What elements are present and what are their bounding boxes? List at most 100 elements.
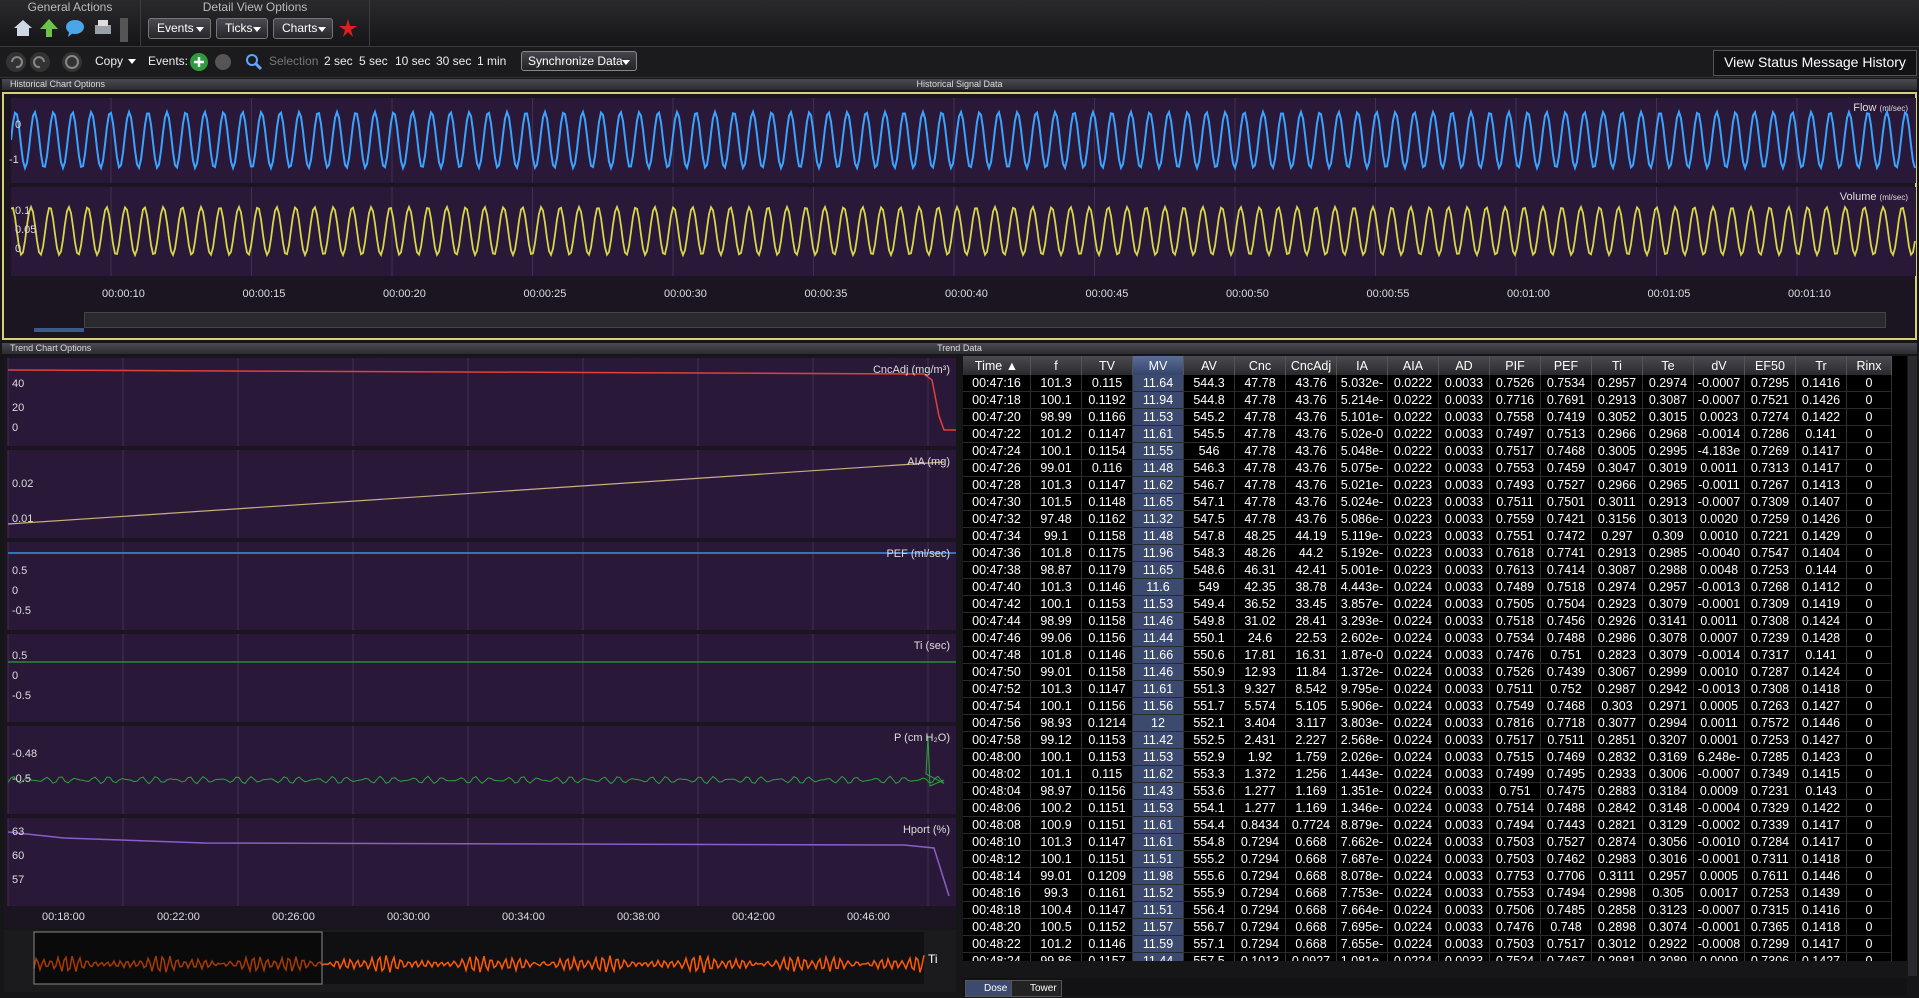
column-header[interactable]: PIF xyxy=(1489,356,1541,375)
table-cell: 0.3015 xyxy=(1642,408,1694,426)
printer-icon[interactable] xyxy=(92,17,114,39)
table-cell: 0.1147 xyxy=(1081,901,1133,919)
time-10sec[interactable]: 10 sec xyxy=(395,54,430,68)
table-row[interactable]: 00:47:42 100.1 0.1153 11.53 549.4 36.52 33.45 3… xyxy=(963,595,1892,613)
column-header[interactable]: AV xyxy=(1183,356,1235,375)
copy-chevron-icon[interactable] xyxy=(128,59,136,64)
table-row[interactable]: 00:47:56 98.93 0.1214 12 552.1 3.404 3.117 3.80… xyxy=(963,714,1892,732)
grid-vertical-scrollbar[interactable] xyxy=(1908,356,1917,976)
table-cell: 5.048e- xyxy=(1336,442,1388,460)
table-cell: 0.0010 xyxy=(1693,527,1745,545)
view-status-message-history-button[interactable]: View Status Message History xyxy=(1713,50,1917,76)
table-row[interactable]: 00:47:26 99.01 0.116 11.48 546.3 47.78 43.76 5.… xyxy=(963,459,1892,477)
table-row[interactable]: 00:48:02 101.1 0.115 11.62 553.3 1.372 1.256 1.… xyxy=(963,765,1892,783)
add-event-icon[interactable] xyxy=(189,52,209,72)
table-row[interactable]: 00:47:22 101.2 0.1147 11.61 545.5 47.78 43.76 5… xyxy=(963,425,1892,443)
zoom-icon[interactable] xyxy=(244,52,264,72)
table-cell: 11.42 xyxy=(1132,731,1184,749)
table-row[interactable]: 00:48:18 100.4 0.1147 11.51 556.4 0.7294 0.668… xyxy=(963,901,1892,919)
time-5sec[interactable]: 5 sec xyxy=(359,54,388,68)
table-row[interactable]: 00:47:34 99.1 0.1158 11.48 547.8 48.25 44.19 5.… xyxy=(963,527,1892,545)
table-row[interactable]: 00:48:22 101.2 0.1146 11.59 557.1 0.7294 0.668… xyxy=(963,935,1892,953)
charts-dropdown[interactable]: Charts xyxy=(273,18,333,39)
table-row[interactable]: 00:48:20 100.5 0.1152 11.57 556.7 0.7294 0.668… xyxy=(963,918,1892,936)
table-row[interactable]: 00:48:04 98.97 0.1156 11.43 553.6 1.277 1.169 1… xyxy=(963,782,1892,800)
time-30sec[interactable]: 30 sec xyxy=(436,54,471,68)
time-1min[interactable]: 1 min xyxy=(477,54,506,68)
table-row[interactable]: 00:47:40 101.3 0.1146 11.6 549 42.35 38.78 4.44… xyxy=(963,578,1892,596)
table-cell: 0.144 xyxy=(1795,561,1847,579)
column-header[interactable]: MV xyxy=(1132,356,1184,375)
volume-tick-0: 0.1 xyxy=(15,205,31,217)
table-cell: 0.0223 xyxy=(1387,561,1439,579)
table-row[interactable]: 00:48:06 100.2 0.1151 11.53 554.1 1.277 1.169 1… xyxy=(963,799,1892,817)
table-row[interactable]: 00:47:18 100.1 0.1192 11.94 544.8 47.78 43.76 5… xyxy=(963,391,1892,409)
table-row[interactable]: 00:47:54 100.1 0.1156 11.56 551.7 5.574 5.105 5… xyxy=(963,697,1892,715)
table-cell: 2.568e- xyxy=(1336,731,1388,749)
table-row[interactable]: 00:47:28 101.3 0.1147 11.62 546.7 47.78 43.76 5… xyxy=(963,476,1892,494)
table-row[interactable]: 00:47:24 100.1 0.1154 11.55 546 47.78 43.76 5.0… xyxy=(963,442,1892,460)
column-header[interactable]: TV xyxy=(1081,356,1133,375)
table-row[interactable]: 00:47:50 99.01 0.1158 11.46 550.9 12.93 11.84 1… xyxy=(963,663,1892,681)
chat-bubble-icon[interactable] xyxy=(64,17,86,39)
navigator-plot[interactable] xyxy=(4,930,956,992)
table-row[interactable]: 00:47:52 101.3 0.1147 11.61 551.3 9.327 8.542 9… xyxy=(963,680,1892,698)
table-row[interactable]: 00:48:16 99.3 0.1161 11.52 555.9 0.7294 0.668 7… xyxy=(963,884,1892,902)
table-row[interactable]: 00:47:16 101.3 0.115 11.64 544.3 47.78 43.76 5.… xyxy=(963,375,1892,392)
column-header[interactable]: EF50 xyxy=(1744,356,1796,375)
column-header[interactable]: IA xyxy=(1336,356,1388,375)
column-header[interactable]: Ti xyxy=(1591,356,1643,375)
table-cell: 00:47:52 xyxy=(963,680,1031,698)
record-event-icon[interactable] xyxy=(213,52,233,72)
undo-icon[interactable] xyxy=(6,52,26,72)
column-header[interactable]: PEF xyxy=(1540,356,1592,375)
column-header[interactable]: AIA xyxy=(1387,356,1439,375)
clock-icon[interactable] xyxy=(62,52,82,72)
table-row[interactable]: 00:47:36 101.8 0.1175 11.96 548.3 48.26 44.2 5.… xyxy=(963,544,1892,562)
copy-dropdown[interactable]: Copy xyxy=(95,54,123,68)
table-row[interactable]: 00:48:08 100.9 0.1151 11.61 554.4 0.8434 0.772… xyxy=(963,816,1892,834)
flow-tick-1: -1 xyxy=(9,154,19,166)
ribbon-scroll-handle[interactable] xyxy=(120,18,128,42)
column-header[interactable]: Tr xyxy=(1795,356,1847,375)
table-row[interactable]: 00:47:48 101.8 0.1146 11.66 550.6 17.81 16.31 1… xyxy=(963,646,1892,664)
table-row[interactable]: 00:47:38 98.87 0.1179 11.65 548.6 46.31 42.41 5… xyxy=(963,561,1892,579)
column-header[interactable]: Time ▲ xyxy=(963,356,1031,375)
tab-tower[interactable]: Tower xyxy=(1011,980,1062,997)
tab-dose[interactable]: Dose xyxy=(965,980,1013,997)
historical-scrollbar[interactable] xyxy=(84,312,1886,328)
column-header[interactable]: Te xyxy=(1642,356,1694,375)
events-dropdown[interactable]: Events xyxy=(148,18,211,39)
upload-arrow-icon[interactable] xyxy=(38,17,60,39)
table-row[interactable]: 00:47:20 98.99 0.1166 11.53 545.2 47.78 43.76 5… xyxy=(963,408,1892,426)
table-row[interactable]: 00:48:24 99.86 0.1157 11.44 557.5 0.1013 0.092… xyxy=(963,952,1892,961)
favorite-star-icon[interactable] xyxy=(338,18,358,38)
table-row[interactable]: 00:47:30 101.5 0.1148 11.65 547.1 47.78 43.76 5… xyxy=(963,493,1892,511)
synchronize-data-dropdown[interactable]: Synchronize Data xyxy=(521,51,637,71)
selection-label[interactable]: Selection xyxy=(269,54,318,68)
historical-x-tick: 00:00:15 xyxy=(242,288,286,300)
column-header[interactable]: Rinx xyxy=(1846,356,1892,375)
column-header[interactable]: Cnc xyxy=(1234,356,1286,375)
column-header[interactable]: dV xyxy=(1693,356,1745,375)
table-cell: 0.7553 xyxy=(1489,459,1541,477)
table-cell: 0.7462 xyxy=(1540,850,1592,868)
ticks-dropdown[interactable]: Ticks xyxy=(216,18,268,39)
table-row[interactable]: 00:47:46 99.06 0.1156 11.44 550.1 24.6 22.53 2.… xyxy=(963,629,1892,647)
table-row[interactable]: 00:48:12 100.1 0.1151 11.51 555.2 0.7294 0.668… xyxy=(963,850,1892,868)
column-header[interactable]: CncAdj xyxy=(1285,356,1337,375)
table-cell: 0.2957 xyxy=(1642,867,1694,885)
table-row[interactable]: 00:48:10 101.3 0.1147 11.61 554.8 0.7294 0.668… xyxy=(963,833,1892,851)
column-header[interactable]: f xyxy=(1030,356,1082,375)
historical-scroll-thumb[interactable] xyxy=(34,328,84,332)
table-row[interactable]: 00:47:58 99.12 0.1153 11.42 552.5 2.431 2.227 2… xyxy=(963,731,1892,749)
table-cell: 0.3016 xyxy=(1642,850,1694,868)
column-header[interactable]: AD xyxy=(1438,356,1490,375)
table-row[interactable]: 00:47:44 98.99 0.1158 11.46 549.8 31.02 28.41 3… xyxy=(963,612,1892,630)
table-row[interactable]: 00:48:00 100.1 0.1153 11.53 552.9 1.92 1.759 2.… xyxy=(963,748,1892,766)
table-row[interactable]: 00:47:32 97.48 0.1162 11.32 547.5 47.78 43.76 5… xyxy=(963,510,1892,528)
home-icon[interactable] xyxy=(12,17,34,39)
redo-icon[interactable] xyxy=(30,52,50,72)
table-row[interactable]: 00:48:14 99.01 0.1209 11.98 555.6 0.7294 0.668… xyxy=(963,867,1892,885)
time-2sec[interactable]: 2 sec xyxy=(324,54,353,68)
